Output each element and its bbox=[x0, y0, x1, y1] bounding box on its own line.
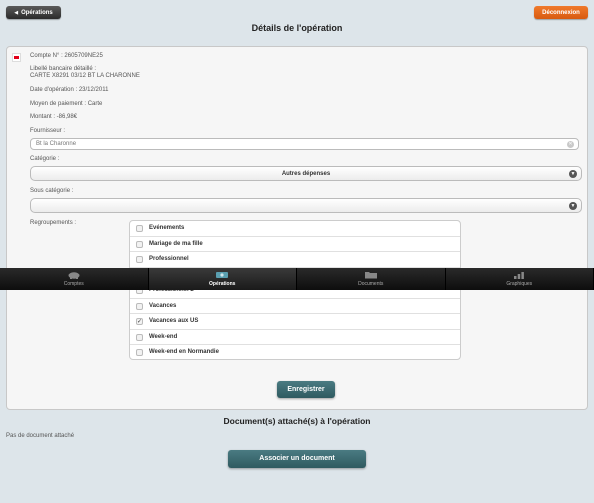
no-document-text: Pas de document attaché bbox=[6, 433, 75, 439]
operation-date: Date d'opération : 23/12/2011 bbox=[30, 87, 109, 93]
checkbox[interactable] bbox=[136, 333, 143, 341]
subcategory-select[interactable]: ▼ bbox=[30, 198, 582, 213]
bank-label-title: Libellé bancaire détaillé : bbox=[30, 66, 97, 72]
money-icon bbox=[216, 272, 229, 278]
clear-icon[interactable]: ✕ bbox=[567, 141, 574, 148]
page-title: Détails de l'opération bbox=[251, 23, 343, 33]
piggy-bank-icon bbox=[68, 272, 80, 279]
folder-icon bbox=[364, 272, 377, 279]
bank-label-value: CARTE X8291 03/12 BT LA CHARONNE bbox=[30, 73, 140, 79]
bottom-tab-bar: Comptes Opérations Documents Graphiques bbox=[0, 268, 594, 290]
category-select-value: Autres dépenses bbox=[281, 171, 331, 177]
category-label: Catégorie : bbox=[30, 156, 60, 162]
checkbox[interactable] bbox=[136, 302, 143, 310]
tab-comptes[interactable]: Comptes bbox=[0, 268, 149, 290]
back-arrow-icon: ◀ bbox=[14, 9, 19, 16]
tab-graphiques[interactable]: Graphiques bbox=[446, 268, 594, 290]
checkbox[interactable] bbox=[136, 240, 143, 248]
grouping-item-label: Professionnel bbox=[149, 256, 189, 262]
grouping-item-label: Vacances aux US bbox=[149, 318, 199, 324]
tab-operations[interactable]: Opérations bbox=[148, 268, 297, 290]
checkbox-checked[interactable]: ✓ bbox=[136, 318, 143, 325]
tab-label: Documents bbox=[358, 281, 384, 287]
grouping-item-week-end[interactable]: Week-end bbox=[130, 330, 460, 345]
chevron-down-icon: ▼ bbox=[569, 170, 577, 178]
groupings-label: Regroupements : bbox=[30, 220, 77, 226]
operation-amount: Montant : -86,98€ bbox=[30, 114, 78, 120]
payment-method: Moyen de paiement : Carte bbox=[30, 101, 103, 107]
tab-documents[interactable]: Documents bbox=[297, 268, 446, 290]
grouping-item-label: Vacances bbox=[149, 302, 177, 309]
chevron-down-icon: ▼ bbox=[569, 202, 577, 210]
supplier-label: Fournisseur : bbox=[30, 128, 66, 134]
back-button-label: Opérations bbox=[21, 9, 53, 16]
subcategory-label: Sous catégorie : bbox=[30, 188, 74, 194]
tab-label: Opérations bbox=[209, 281, 236, 287]
checkbox[interactable] bbox=[136, 256, 143, 263]
grouping-item-professionnel[interactable]: Professionnel bbox=[130, 252, 460, 268]
grouping-item-vacances-us[interactable]: ✓ Vacances aux US bbox=[130, 314, 460, 330]
grouping-item-label: Week-end en Normandie bbox=[149, 349, 219, 355]
category-select[interactable]: Autres dépenses ▼ bbox=[30, 166, 582, 181]
documents-title: Document(s) attaché(s) à l'opération bbox=[223, 416, 371, 426]
supplier-input[interactable]: Bt la Charonne ✕ bbox=[30, 138, 579, 150]
grouping-item-week-end-normandie[interactable]: Week-end en Normandie bbox=[130, 345, 460, 359]
attach-document-button[interactable]: Associer un document bbox=[228, 450, 366, 468]
logout-button[interactable]: Déconnexion bbox=[534, 6, 588, 19]
save-button[interactable]: Enregistrer bbox=[277, 381, 335, 398]
checkbox[interactable] bbox=[136, 349, 143, 356]
account-number: Compte N° : 2605709NE25 bbox=[30, 53, 103, 59]
check-icon: ✓ bbox=[137, 319, 143, 325]
bar-chart-icon bbox=[514, 272, 525, 279]
tab-label: Comptes bbox=[63, 281, 84, 287]
grouping-item-label: Week-end bbox=[149, 333, 178, 340]
operation-details-panel: Compte N° : 2605709NE25 Libellé bancaire… bbox=[6, 46, 588, 410]
back-button[interactable]: ◀ Opérations bbox=[6, 6, 61, 19]
grouping-item-evenements[interactable]: Evénements bbox=[130, 221, 460, 237]
groupings-list: Evénements Mariage de ma fille Professio… bbox=[129, 220, 461, 360]
grouping-item-mariage[interactable]: Mariage de ma fille bbox=[130, 237, 460, 252]
tab-label: Graphiques bbox=[506, 281, 533, 287]
supplier-input-value: Bt la Charonne bbox=[36, 141, 77, 147]
grouping-item-vacances[interactable]: Vacances bbox=[130, 299, 460, 314]
top-bar: ◀ Opérations Déconnexion Détails de l'op… bbox=[0, 0, 594, 38]
bank-logo-icon bbox=[12, 53, 21, 62]
grouping-item-label: Mariage de ma fille bbox=[149, 240, 203, 247]
grouping-item-label: Evénements bbox=[149, 225, 185, 231]
checkbox[interactable] bbox=[136, 225, 143, 232]
